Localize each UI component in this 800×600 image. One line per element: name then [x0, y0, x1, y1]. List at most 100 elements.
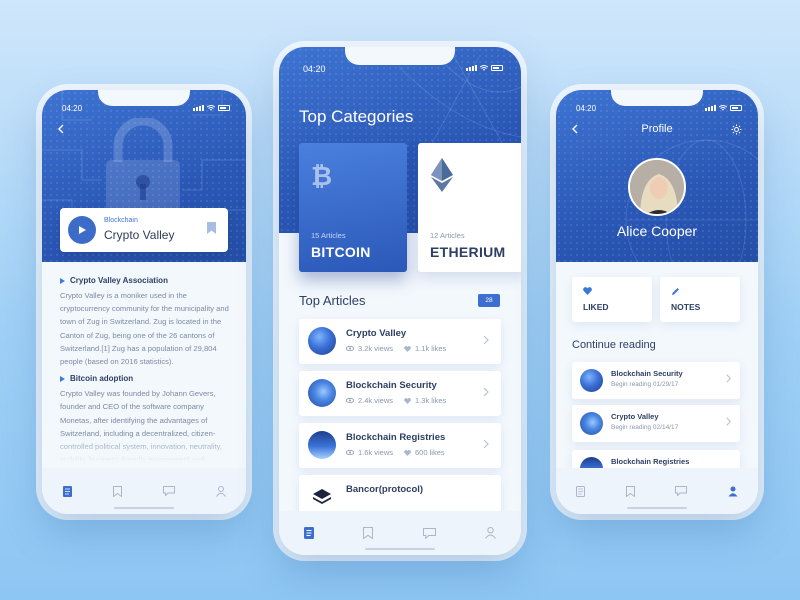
tab-bar [279, 511, 521, 555]
chevron-right-icon [483, 439, 489, 449]
audio-tag: Blockchain [104, 217, 138, 224]
article-item[interactable]: Crypto Valley 3.2k views 1.1k likes [299, 319, 501, 364]
tab-bar [556, 468, 758, 514]
audio-card[interactable]: Blockchain Crypto Valley [60, 208, 228, 252]
bookmark-icon[interactable] [207, 222, 216, 234]
tab-articles[interactable] [62, 485, 72, 497]
reading-item[interactable]: Blockchain Security Begin reading 01/29/… [572, 362, 740, 399]
eye-icon [346, 398, 354, 403]
continue-reading-title: Continue reading [572, 339, 656, 351]
user-icon [728, 486, 738, 496]
chevron-right-icon [726, 374, 731, 383]
home-indicator [365, 548, 435, 550]
bitcoin-icon: ₿ [311, 163, 331, 189]
profile-name: Alice Cooper [616, 223, 698, 239]
battery-icon [491, 65, 503, 71]
tab-bookmarks[interactable] [625, 485, 635, 497]
status-time: 04:20 [62, 104, 83, 113]
category-name: BITCOIN [311, 244, 371, 260]
battery-icon [218, 105, 230, 111]
notch [98, 90, 190, 106]
signal-icon [705, 105, 716, 111]
article-item[interactable]: Blockchain Security 2.4k views 1.3k like… [299, 371, 501, 416]
liked-label: LIKED [583, 302, 609, 312]
signal-icon [466, 65, 477, 71]
article-meta: 3.2k views 1.1k likes [346, 344, 446, 353]
pencil-icon [672, 288, 679, 295]
heart-icon [404, 397, 411, 404]
gear-icon[interactable] [731, 124, 742, 135]
chevron-right-icon [726, 417, 731, 426]
bookmark-outline-icon [625, 485, 635, 497]
section-heading: Bitcoin adoption [60, 374, 232, 383]
tab-profile[interactable] [485, 527, 497, 539]
chevron-right-icon [483, 387, 489, 397]
section-paragraph: Crypto Valley is a moniker used in the c… [60, 291, 229, 367]
play-button[interactable] [68, 216, 96, 244]
document-icon [576, 485, 586, 497]
reading-date: Begin reading 02/14/17 [611, 424, 679, 431]
wifi-icon [719, 105, 727, 111]
phone-profile: 04:20 Profile Alice Cooper LIKED NOTES C… [556, 90, 758, 514]
tab-bookmarks[interactable] [363, 527, 374, 539]
category-count: 15 Articles [311, 231, 346, 240]
reading-date: Begin reading 01/29/17 [611, 381, 679, 388]
status-icons [193, 105, 230, 111]
article-item[interactable]: Blockchain Registries 1.6k views 600 lik… [299, 423, 501, 468]
battery-icon [730, 105, 742, 111]
tab-profile[interactable] [215, 485, 226, 497]
chat-icon [675, 486, 688, 496]
reading-thumbnail [580, 412, 603, 435]
status-icons [466, 65, 503, 71]
bancor-logo [313, 489, 331, 504]
wifi-icon [480, 65, 488, 71]
article-thumbnail [308, 431, 336, 459]
section-heading: Crypto Valley Association [60, 276, 232, 285]
article-title: Blockchain Security [346, 380, 437, 391]
tab-bookmarks[interactable] [112, 485, 122, 497]
reading-item[interactable]: Crypto Valley Begin reading 02/14/17 [572, 405, 740, 442]
document-icon [62, 485, 72, 497]
profile-title: Profile [641, 123, 673, 135]
svg-text:₿: ₿ [311, 163, 331, 189]
liked-card[interactable]: LIKED [572, 277, 652, 322]
user-icon [485, 527, 497, 539]
reading-title: Blockchain Security [611, 369, 683, 378]
article-meta: 1.6k views 600 likes [346, 448, 445, 457]
notes-card[interactable]: NOTES [660, 277, 740, 322]
home-indicator [627, 507, 687, 509]
notch [611, 90, 703, 106]
heart-icon [583, 287, 592, 295]
tab-bar [42, 468, 246, 514]
article-thumbnail [308, 327, 336, 355]
signal-icon [193, 105, 204, 111]
tab-profile[interactable] [728, 486, 738, 497]
category-card-bitcoin[interactable]: ₿ 15 Articles BITCOIN [299, 143, 407, 272]
phone-article: 04:20 Blockchain Crypto Valley Crypto Va… [42, 90, 246, 514]
reading-title: Blockchain Registries [611, 457, 690, 466]
audio-title: Crypto Valley [104, 228, 175, 242]
tab-comments[interactable] [675, 486, 688, 496]
eye-icon [346, 450, 354, 455]
article-thumbnail [308, 379, 336, 407]
notes-label: NOTES [671, 302, 701, 312]
tab-articles[interactable] [303, 527, 314, 539]
avatar[interactable] [628, 158, 686, 216]
chevron-right-icon [483, 335, 489, 345]
tab-comments[interactable] [162, 486, 175, 496]
tab-comments[interactable] [422, 527, 436, 539]
article-title: Bancor(protocol) [346, 484, 424, 495]
chat-icon [162, 486, 175, 496]
category-count: 12 Articles [430, 231, 465, 240]
bookmark-outline-icon [112, 485, 122, 497]
article-thumbnail [308, 483, 336, 511]
top-articles-title: Top Articles [299, 293, 366, 308]
category-card-ethereum[interactable]: 12 Articles ETHERIUM [418, 143, 521, 272]
wifi-icon [207, 105, 215, 111]
tab-articles[interactable] [576, 485, 586, 497]
phone-categories: 04:20 Top Categories ₿ 15 Articles BITCO… [279, 47, 521, 555]
back-arrow-icon[interactable] [57, 124, 65, 134]
article-title: Blockchain Registries [346, 432, 446, 443]
home-indicator [114, 507, 174, 509]
reading-thumbnail [580, 369, 603, 392]
